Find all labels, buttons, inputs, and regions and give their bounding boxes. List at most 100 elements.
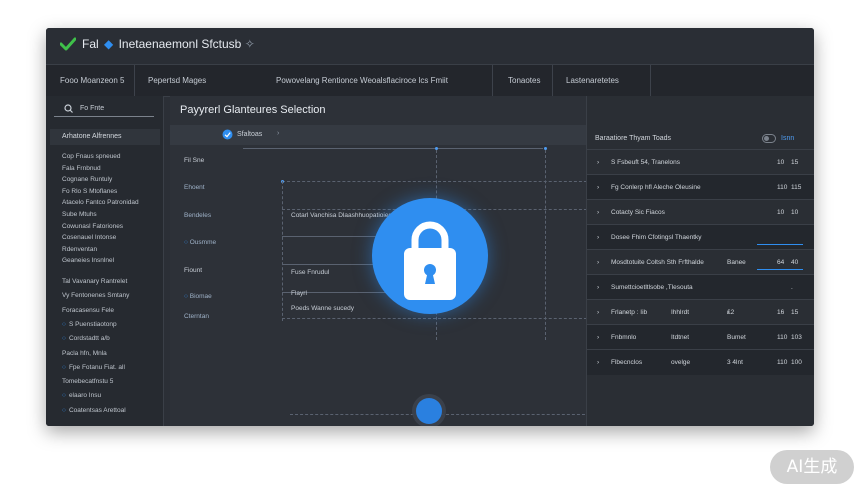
nav-item-1[interactable]: Fooo Moanzeon 5: [60, 65, 125, 96]
table-cell: Dosee Fhim Cfotingsl Thaentky: [611, 234, 702, 241]
radio-icon[interactable]: ○: [62, 364, 66, 371]
table-cell: 110: [777, 184, 788, 191]
sidebar-item[interactable]: Tal Vavanary Rantrelet: [62, 278, 127, 285]
nav-item-4[interactable]: Tonaotes: [508, 65, 540, 96]
radio-icon[interactable]: ○: [62, 392, 66, 399]
table-cell: 115: [791, 184, 802, 191]
radio-icon[interactable]: ○: [62, 407, 66, 414]
sidebar-item[interactable]: Sube Mtuhs: [62, 211, 97, 218]
app-title: Fal ◆ Inetaenaemonl Sfctusb ✧: [82, 37, 255, 51]
table-cell: Flbecnclos: [611, 359, 643, 366]
table-cell: Sumettcioetltlsobe ,Tlesouta: [611, 284, 693, 291]
chevron-right-icon: ›: [597, 284, 600, 291]
nav-item-5[interactable]: Lastenaretetes: [566, 65, 619, 96]
table-row[interactable]: › Mosdtotuite Coltsh Sth Frfthalde Banee 64…: [587, 249, 814, 275]
mid-label-4: Poeds Wanne sucedy: [291, 305, 354, 312]
table-cell: 110: [777, 334, 788, 341]
chevron-right-icon: ›: [597, 309, 600, 316]
table-row[interactable]: › Flbecnclos ovelge 3 4lnt 110 100: [587, 349, 814, 375]
sidebar-item[interactable]: Vy Fentonenes Smtany: [62, 292, 129, 299]
mid-label-2: Fuse Fnrudul: [291, 269, 330, 276]
toolbar-label: Sfaltoas: [237, 131, 263, 138]
table-cell: 40: [791, 259, 799, 266]
sidebar-item[interactable]: ○ Cordstadtt a/b: [62, 335, 110, 342]
sidebar-item[interactable]: Fo Rlo S Mtoflanes: [62, 188, 117, 195]
watermark: AI生成: [770, 450, 854, 484]
table-cell: Fnbmnlo: [611, 334, 637, 341]
mid-label-3: Flayrl: [291, 290, 307, 297]
table-cell: 15: [791, 309, 799, 316]
row-label-7: Cterntan: [184, 313, 209, 320]
table-row[interactable]: › Dosee Fhim Cfotingsl Thaentky: [587, 224, 814, 250]
table-cell: 16: [777, 309, 785, 316]
app-window: Fal ◆ Inetaenaemonl Sfctusb ✧ Fooo Moanz…: [46, 28, 814, 426]
table-row[interactable]: › Sumettcioetltlsobe ,Tlesouta.: [587, 274, 814, 300]
table-row[interactable]: › Frlanetp : Iib Ihhlrdt ₤2 16 15: [587, 299, 814, 325]
chevron-right-icon: ›: [597, 184, 600, 191]
chevron-right-icon: ›: [597, 159, 600, 166]
sidebar-item[interactable]: ○ S Puenstiaotonp: [62, 321, 117, 328]
row-label-2: Ehoent: [184, 184, 205, 191]
nav-item-2[interactable]: Pepertsd Mages: [148, 65, 206, 96]
table-cell: ₤2: [727, 309, 735, 316]
sidebar-item[interactable]: ○ Fpe Fotanu Fiat. all: [62, 364, 125, 371]
nav-item-3[interactable]: Powovelang Rentionce Weoalsflaciroce lcs…: [276, 65, 448, 96]
search-icon: [64, 104, 73, 113]
table-cell: Ihhlrdt: [671, 309, 690, 316]
toggle-switch[interactable]: [762, 134, 776, 143]
chevron-right-icon: ›: [277, 130, 280, 137]
table-cell: 100: [791, 359, 802, 366]
sidebar-item[interactable]: Cognane Runtuly: [62, 176, 112, 183]
table-cell: Mosdtotuite Coltsh Sth Frfthalde: [611, 259, 704, 266]
sidebar-item[interactable]: Rdenventan: [62, 246, 97, 253]
progress-line: [757, 244, 803, 245]
search-input[interactable]: Fo Fnte: [54, 104, 154, 117]
sidebar-item[interactable]: Atacelo Fantco Patronidad: [62, 199, 139, 206]
chevron-right-icon: ›: [597, 334, 600, 341]
table-cell: 15: [791, 159, 799, 166]
sidebar-item[interactable]: Foracasensu Fele: [62, 307, 114, 314]
right-panel: Baraatiore Thyam Toads Isnn › S Fsbeuft 5…: [586, 96, 814, 426]
sidebar-item[interactable]: Fala Frnbnud: [62, 165, 101, 172]
chevron-right-icon: ›: [597, 259, 600, 266]
sidebar-item[interactable]: Geaneies Insnlnel: [62, 257, 114, 264]
chevron-right-icon: ›: [597, 359, 600, 366]
sidebar: Fo Fnte Arhatone Alfrennes Cop Fnaus spn…: [46, 96, 164, 426]
radio-icon[interactable]: ○: [62, 335, 66, 342]
diamond-icon: ◆: [104, 37, 114, 51]
chevron-right-icon: ›: [597, 234, 600, 241]
table-cell: 110: [777, 359, 788, 366]
main-toolbar: Sfaltoas ›: [170, 125, 586, 145]
check-circle-icon[interactable]: [222, 129, 233, 140]
check-icon: [60, 37, 76, 51]
table-cell: Itdtnet: [671, 334, 690, 341]
sidebar-item[interactable]: Cop Fnaus spneued: [62, 153, 121, 160]
sidebar-item[interactable]: Cosenauel Intonse: [62, 234, 116, 241]
table-cell: 103: [791, 334, 802, 341]
sidebar-item[interactable]: Cowunasl Fatoriones: [62, 223, 123, 230]
table-cell: 3 4lnt: [727, 359, 743, 366]
slider-handle[interactable]: [416, 398, 442, 424]
row-label-3: Bendeles: [184, 212, 212, 219]
lock-icon: [404, 221, 456, 300]
sidebar-item[interactable]: ○ elaaro Insu: [62, 392, 101, 399]
table-cell: ovelge: [671, 359, 691, 366]
row-label-4: ○ Ousmme: [184, 239, 217, 246]
table-cell: 10: [777, 159, 785, 166]
table-cell: Bumet: [727, 334, 746, 341]
sidebar-item[interactable]: ○ Coatentsas Arettoal: [62, 407, 126, 414]
lock-badge: [372, 198, 488, 314]
table-cell: Frlanetp : Iib: [611, 309, 648, 316]
page-title: Payyrerl Glanteures Selection: [180, 104, 326, 116]
sidebar-item[interactable]: Tomebecatfnstu 5: [62, 378, 113, 385]
table-row[interactable]: › S Fsbeuft 54, Tranelons 10 15: [587, 149, 814, 175]
row-label-5: Fiount: [184, 267, 203, 274]
table-row[interactable]: › Cotacty Sic Fiacos 10 10: [587, 199, 814, 225]
table-row[interactable]: › Fg Conlerp hfl Aleche Oleusine 110 115: [587, 174, 814, 200]
top-nav: Fooo Moanzeon 5 Pepertsd Mages Powovelan…: [46, 64, 814, 97]
progress-line: [757, 269, 803, 270]
radio-icon[interactable]: ○: [62, 321, 66, 328]
table-cell: 10: [777, 209, 785, 216]
table-row[interactable]: › Fnbmnlo Itdtnet Bumet 110 103: [587, 324, 814, 350]
sidebar-item[interactable]: Pacla hfn, Mnla: [62, 350, 107, 357]
